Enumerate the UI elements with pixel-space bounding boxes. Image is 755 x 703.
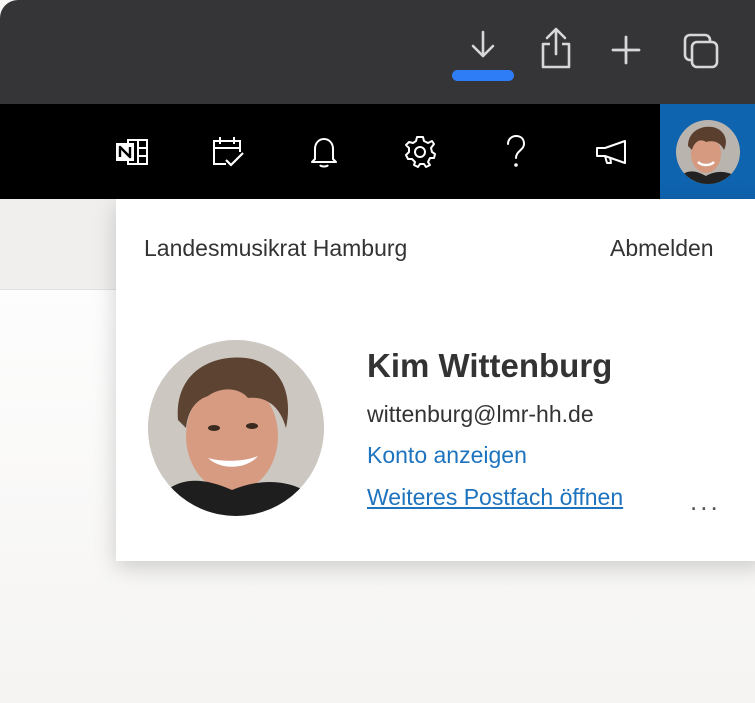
profile-photo-image	[148, 340, 324, 516]
organization-name: Landesmusikrat Hamburg	[144, 235, 408, 261]
open-another-mailbox-link[interactable]: Weiteres Postfach öffnen	[367, 484, 623, 511]
avatar	[675, 119, 740, 184]
my-day-button[interactable]	[198, 104, 258, 199]
user-name: Kim Wittenburg	[367, 347, 613, 384]
share-button[interactable]	[530, 22, 582, 74]
tab-overview-button[interactable]	[677, 28, 725, 74]
sign-out-link[interactable]: Abmelden	[610, 235, 714, 262]
page-toolbar-strip	[0, 199, 116, 290]
feedback-button[interactable]	[582, 104, 642, 199]
settings-button[interactable]	[390, 104, 450, 199]
notifications-button[interactable]	[294, 104, 354, 199]
feedback-icon	[596, 139, 626, 164]
new-tab-button[interactable]	[604, 28, 648, 72]
my-day-icon	[213, 136, 244, 167]
download-button[interactable]	[458, 24, 508, 68]
settings-icon	[405, 135, 436, 168]
account-card: Landesmusikrat Hamburg Abmelden Kim Witt…	[116, 199, 755, 561]
app-header	[0, 104, 755, 199]
new-tab-icon	[611, 35, 641, 65]
tab-overview-icon	[683, 33, 719, 69]
help-button[interactable]	[486, 104, 546, 199]
download-icon	[471, 30, 495, 58]
more-options-button[interactable]: ...	[690, 486, 721, 517]
user-email: wittenburg@lmr-hh.de	[367, 401, 594, 427]
share-icon	[541, 27, 571, 69]
profile-photo	[148, 340, 324, 516]
download-progress-bar	[452, 70, 514, 81]
browser-toolbar	[0, 0, 755, 104]
view-account-link[interactable]: Konto anzeigen	[367, 442, 527, 469]
notifications-icon	[311, 137, 337, 167]
account-button[interactable]	[660, 104, 755, 199]
onenote-button[interactable]	[102, 104, 162, 199]
help-icon	[507, 134, 526, 167]
onenote-icon	[116, 138, 148, 165]
